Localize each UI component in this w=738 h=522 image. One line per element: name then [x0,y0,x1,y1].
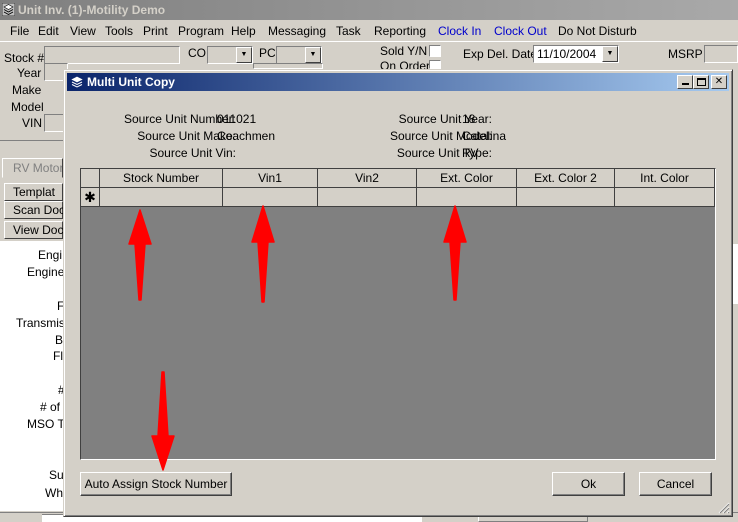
source-unit-number-label: Source Unit Number: [123,112,236,126]
menu-help[interactable]: Help [231,24,256,38]
source-unit-year-value: 18 [462,112,476,126]
stock-number-field[interactable] [44,46,180,64]
stock-number-label: Stock # [4,51,45,65]
ok-button[interactable]: Ok [552,472,625,496]
maximize-icon [696,78,706,86]
template-button[interactable]: Templat [4,183,63,201]
menu-file[interactable]: File [10,24,29,38]
exp-del-date-value: 11/10/2004 [537,47,597,61]
cell-int-color[interactable] [615,188,715,207]
cell-ext-color[interactable] [417,188,517,207]
column-header-ext-color[interactable]: Ext. Color [417,169,517,188]
msrp-field[interactable] [704,45,738,63]
menu-program[interactable]: Program [178,24,224,38]
row-selector-header [81,169,100,188]
close-button[interactable]: ✕ [711,75,727,89]
vin-field[interactable] [44,114,64,132]
app-icon [71,76,83,88]
model-label: Model [11,100,44,114]
column-header-ext-color-2[interactable]: Ext. Color 2 [517,169,615,188]
engine-label: Engi [38,248,63,262]
column-header-vin1[interactable]: Vin1 [223,169,318,188]
view-docs-button[interactable]: View Docs [4,221,69,239]
divider [0,140,63,141]
cancel-button[interactable]: Cancel [639,472,712,496]
menu-do-not-disturb[interactable]: Do Not Disturb [558,24,637,38]
tab-rv-motorized[interactable]: RV Motoriz [2,158,63,178]
msrp-label: MSRP [668,47,703,61]
main-window-title-bar: Unit Inv. (1)-Motility Demo [0,0,738,20]
new-row-marker: ✱ [81,188,100,207]
field-su-label: Su [49,468,64,482]
column-header-stock-number[interactable]: Stock Number [100,169,223,188]
minimize-icon [681,83,689,85]
app-icon [2,3,15,16]
pc-dropdown[interactable]: ▼ [276,46,322,64]
field-b-label: B [55,333,64,347]
number-of-label: # of [40,400,61,414]
close-icon: ✕ [714,76,724,87]
menu-reporting[interactable]: Reporting [374,24,426,38]
source-unit-make-value: Coachmen [217,129,276,143]
co-dropdown[interactable]: ▼ [207,46,253,64]
scan-docs-button[interactable]: Scan Docs [4,201,71,219]
menu-clock-in[interactable]: Clock In [438,24,481,38]
source-unit-vin-label: Source Unit Vin: [149,146,237,160]
auto-assign-stock-number-label: Auto Assign Stock Number [84,477,228,491]
menu-task[interactable]: Task [336,24,361,38]
main-window-title: Unit Inv. (1)-Motility Demo [18,3,166,17]
co-label: CO [188,46,206,60]
field-fl-label: Fl [53,349,63,363]
menu-clock-out[interactable]: Clock Out [494,24,547,38]
maximize-button[interactable] [693,75,709,89]
menu-edit[interactable]: Edit [38,24,59,38]
source-unit-type-value: RV [462,146,479,160]
make-label: Make [12,83,42,97]
field-wh-label: Wh [45,486,63,500]
source-unit-make-label: Source Unit Make: [137,129,236,143]
auto-assign-stock-number-button[interactable]: Auto Assign Stock Number [80,472,232,496]
chevron-down-icon[interactable]: ▼ [236,47,252,63]
cell-vin2[interactable] [318,188,417,207]
on-order-label: On Order [380,59,431,69]
chevron-down-icon[interactable]: ▼ [305,47,321,63]
resize-grip-icon[interactable] [718,502,730,514]
dialog-title-bar: Multi Unit Copy ✕ [67,73,729,91]
right-panel-edge [733,244,738,304]
units-grid[interactable]: Stock Number Vin1 Vin2 Ext. Color Ext. C… [80,168,716,460]
cell-stock-number[interactable] [100,188,223,207]
grid-header-row: Stock Number Vin1 Vin2 Ext. Color Ext. C… [81,169,715,188]
multi-unit-copy-dialog: Multi Unit Copy ✕ Source Unit Number: 01… [63,69,733,517]
cell-vin1[interactable] [223,188,318,207]
grid-new-row[interactable]: ✱ [81,188,715,207]
year-label: Year [17,66,42,80]
engine-2-label: Engine [27,265,65,279]
menu-bar: File Edit View Tools Print Program Help … [0,21,738,42]
sold-label: Sold Y/N [380,44,428,58]
cancel-button-label: Cancel [656,477,695,491]
cell-ext-color-2[interactable] [517,188,615,207]
template-button-label: Templat [13,185,56,199]
menu-view[interactable]: View [70,24,96,38]
pc-label: PC [259,46,276,60]
source-unit-model-value: Catalina [462,129,507,143]
dialog-title: Multi Unit Copy [87,75,175,89]
sold-checkbox[interactable] [429,45,441,57]
menu-messaging[interactable]: Messaging [268,24,326,38]
view-docs-button-label: View Docs [13,223,70,237]
column-header-int-color[interactable]: Int. Color [615,169,715,188]
menu-tools[interactable]: Tools [105,24,133,38]
on-order-checkbox[interactable] [429,60,441,69]
tab-rv-motorized-label: RV Motoriz [13,161,63,175]
mso-title-label: MSO Ti [27,417,68,431]
source-unit-number-value: 011021 [217,112,257,126]
column-header-vin2[interactable]: Vin2 [318,169,417,188]
menu-print[interactable]: Print [143,24,168,38]
ok-button-label: Ok [580,477,597,491]
chevron-down-icon[interactable]: ▼ [602,46,618,62]
minimize-button[interactable] [677,75,693,89]
vin-label: VIN [22,116,43,130]
exp-del-date-field[interactable]: 11/10/2004 ▼ [533,45,619,63]
exp-del-date-label: Exp Del. Date [463,47,538,61]
